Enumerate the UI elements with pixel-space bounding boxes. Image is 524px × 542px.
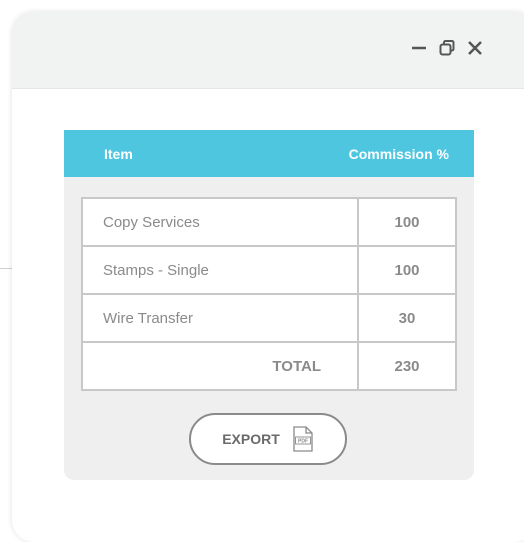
header-commission-label: Commission % <box>348 145 449 162</box>
table-row: Wire Transfer 30 <box>81 293 457 343</box>
table-row: Copy Services 100 <box>81 197 457 247</box>
commission-table: Copy Services 100 Stamps - Single 100 Wi… <box>81 197 457 391</box>
total-row: TOTAL 230 <box>81 341 457 391</box>
row-commission: 30 <box>357 293 457 343</box>
export-label: EXPORT <box>222 431 280 447</box>
export-button[interactable]: EXPORT PDF <box>189 413 347 465</box>
total-value: 230 <box>357 341 457 391</box>
row-item: Stamps - Single <box>81 245 359 295</box>
app-window: Item Commission % Copy Services 100 Stam… <box>12 12 524 542</box>
row-item: Wire Transfer <box>81 293 359 343</box>
table-row: Stamps - Single 100 <box>81 245 457 295</box>
side-divider <box>0 268 12 269</box>
table-header: Item Commission % <box>64 130 474 177</box>
row-commission: 100 <box>357 245 457 295</box>
pdf-icon: PDF <box>293 426 313 452</box>
pdf-icon-text: PDF <box>298 439 308 445</box>
restore-icon[interactable] <box>438 39 456 57</box>
minimize-icon[interactable] <box>410 39 428 57</box>
row-commission: 100 <box>357 197 457 247</box>
header-item-label: Item <box>104 145 133 162</box>
close-icon[interactable] <box>466 39 484 57</box>
title-bar <box>12 12 524 89</box>
window-controls <box>410 39 484 57</box>
row-item: Copy Services <box>81 197 359 247</box>
total-label: TOTAL <box>81 341 359 391</box>
commission-card: Item Commission % Copy Services 100 Stam… <box>64 130 474 480</box>
